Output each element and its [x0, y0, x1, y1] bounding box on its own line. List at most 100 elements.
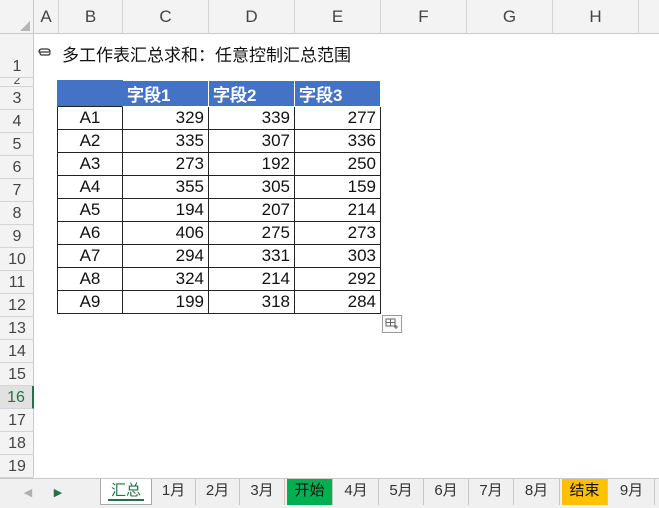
value-cell[interactable]: 318: [208, 290, 295, 314]
row-header-18[interactable]: 18: [0, 432, 34, 455]
row-label-cell[interactable]: A9: [57, 290, 123, 314]
row-header-8[interactable]: 8: [0, 202, 34, 225]
table-header-field3[interactable]: 字段3: [294, 80, 381, 107]
row-header-16[interactable]: 16: [0, 386, 34, 409]
row-header-9[interactable]: 9: [0, 225, 34, 248]
sheet-title: 多工作表汇总求和：任意控制汇总范围: [62, 45, 351, 65]
data-table: 字段1 字段2 字段3 A1 329 339 277 A2 335 307 33…: [57, 80, 381, 314]
value-cell[interactable]: 303: [294, 244, 381, 268]
table-row: A9 199 318 284: [57, 290, 381, 314]
value-cell[interactable]: 275: [208, 221, 295, 245]
row-label-cell[interactable]: A6: [57, 221, 123, 245]
value-cell[interactable]: 159: [294, 175, 381, 199]
row-header-15[interactable]: 15: [0, 363, 34, 386]
table-header-field2[interactable]: 字段2: [208, 80, 295, 107]
column-header-bar: A B C D E F G H: [0, 0, 659, 34]
table-row: A3 273 192 250: [57, 152, 381, 176]
column-header-h[interactable]: H: [553, 0, 639, 34]
sheet-tab-aug[interactable]: 8月: [514, 479, 560, 505]
value-cell[interactable]: 335: [122, 129, 209, 153]
value-cell[interactable]: 292: [294, 267, 381, 291]
sheet-tab-may[interactable]: 5月: [379, 479, 424, 505]
table-row: A1 329 339 277: [57, 106, 381, 130]
row-header-7[interactable]: 7: [0, 179, 34, 202]
value-cell[interactable]: 307: [208, 129, 295, 153]
title-cell[interactable]: 多工作表汇总求和：任意控制汇总范围: [38, 38, 351, 68]
table-row: A8 324 214 292: [57, 267, 381, 291]
value-cell[interactable]: 406: [122, 221, 209, 245]
worksheet: A B C D E F G H 1 2 3 4 5 6 7 8 9 10 11 …: [0, 0, 659, 478]
value-cell[interactable]: 336: [294, 129, 381, 153]
row-header-10[interactable]: 10: [0, 248, 34, 271]
value-cell[interactable]: 305: [208, 175, 295, 199]
table-row: A5 194 207 214: [57, 198, 381, 222]
row-header-14[interactable]: 14: [0, 340, 34, 363]
value-cell[interactable]: 194: [122, 198, 209, 222]
value-cell[interactable]: 273: [294, 221, 381, 245]
row-label-cell[interactable]: A8: [57, 267, 123, 291]
row-header-4[interactable]: 4: [0, 110, 34, 133]
row-header-6[interactable]: 6: [0, 156, 34, 179]
row-label-cell[interactable]: A4: [57, 175, 123, 199]
sheet-tab-sep[interactable]: 9月: [609, 479, 655, 505]
table-row: A7 294 331 303: [57, 244, 381, 268]
row-header-17[interactable]: 17: [0, 409, 34, 432]
sheet-tab-jan[interactable]: 1月: [152, 479, 196, 505]
value-cell[interactable]: 192: [208, 152, 295, 176]
column-header-g[interactable]: G: [467, 0, 553, 34]
column-header-c[interactable]: C: [123, 0, 209, 34]
value-cell[interactable]: 355: [122, 175, 209, 199]
row-header-12[interactable]: 12: [0, 294, 34, 317]
sheet-tab-bar: ◀ ▶ 汇总 1月 2月 3月 开始 4月 5月 6月 7月 8月 结束 9月: [0, 478, 659, 508]
row-header-2[interactable]: 2: [0, 78, 34, 87]
sheet-tab-mar[interactable]: 3月: [240, 479, 285, 505]
row-header-19[interactable]: 19: [0, 455, 34, 478]
table-header-field1[interactable]: 字段1: [122, 80, 209, 107]
value-cell[interactable]: 214: [208, 267, 295, 291]
sheet-tab-apr[interactable]: 4月: [334, 479, 379, 505]
row-label-cell[interactable]: A2: [57, 129, 123, 153]
value-cell[interactable]: 294: [122, 244, 209, 268]
row-header-13[interactable]: 13: [0, 317, 34, 340]
value-cell[interactable]: 284: [294, 290, 381, 314]
column-header-f[interactable]: F: [381, 0, 467, 34]
column-header-b[interactable]: B: [59, 0, 123, 34]
row-label-cell[interactable]: A1: [57, 106, 123, 130]
pointing-hand-icon: [38, 48, 51, 56]
row-header-11[interactable]: 11: [0, 271, 34, 294]
sheet-tab-feb[interactable]: 2月: [196, 479, 240, 505]
value-cell[interactable]: 214: [294, 198, 381, 222]
value-cell[interactable]: 273: [122, 152, 209, 176]
value-cell[interactable]: 339: [208, 106, 295, 130]
select-all-corner[interactable]: [0, 0, 34, 34]
table-row: A6 406 275 273: [57, 221, 381, 245]
sheet-tab-start[interactable]: 开始: [287, 479, 333, 505]
value-cell[interactable]: 324: [122, 267, 209, 291]
value-cell[interactable]: 207: [208, 198, 295, 222]
table-header-blank[interactable]: [57, 80, 123, 107]
row-label-cell[interactable]: A3: [57, 152, 123, 176]
value-cell[interactable]: 331: [208, 244, 295, 268]
row-label-cell[interactable]: A7: [57, 244, 123, 268]
value-cell[interactable]: 277: [294, 106, 381, 130]
column-header-d[interactable]: D: [209, 0, 295, 34]
row-header-1[interactable]: 1: [0, 34, 34, 78]
quick-analysis-icon[interactable]: [382, 315, 402, 333]
column-header-a[interactable]: A: [34, 0, 59, 34]
row-header-bar: 1 2 3 4 5 6 7 8 9 10 11 12 13 14 15 16 1…: [0, 34, 34, 478]
sheet-tab-end[interactable]: 结束: [562, 479, 608, 505]
triangle-left-icon[interactable]: ◀: [18, 479, 38, 508]
value-cell[interactable]: 199: [122, 290, 209, 314]
value-cell[interactable]: 250: [294, 152, 381, 176]
row-label-cell[interactable]: A5: [57, 198, 123, 222]
row-header-3[interactable]: 3: [0, 87, 34, 110]
sheet-tab-jul[interactable]: 7月: [469, 479, 514, 505]
triangle-right-icon[interactable]: ▶: [48, 479, 68, 508]
table-header-row: 字段1 字段2 字段3: [57, 80, 381, 107]
sheet-tab-label: 汇总: [107, 482, 144, 501]
sheet-tab-jun[interactable]: 6月: [424, 479, 469, 505]
sheet-tab-summary[interactable]: 汇总: [100, 479, 152, 505]
row-header-5[interactable]: 5: [0, 133, 34, 156]
column-header-e[interactable]: E: [295, 0, 381, 34]
value-cell[interactable]: 329: [122, 106, 209, 130]
